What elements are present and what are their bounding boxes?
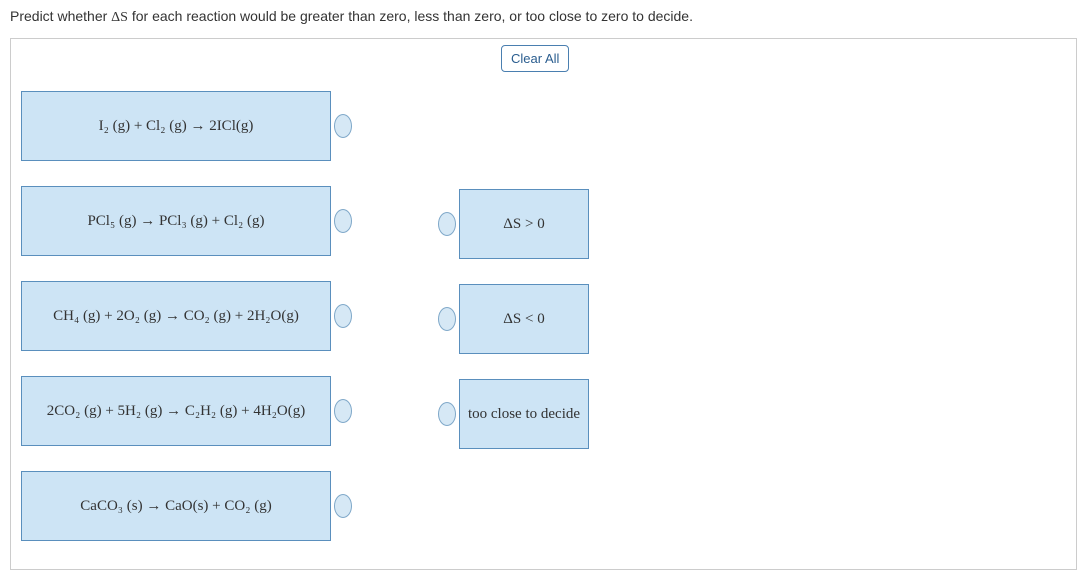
prompt-delta: ΔS xyxy=(111,10,128,25)
connector-knob[interactable] xyxy=(438,402,456,426)
category-tile[interactable]: ΔS > 0 xyxy=(459,189,589,259)
connector-knob[interactable] xyxy=(438,307,456,331)
connector-knob[interactable] xyxy=(334,209,352,233)
category-label: ΔS < 0 xyxy=(503,311,544,328)
category-tile[interactable]: too close to decide xyxy=(459,379,589,449)
reaction-tile[interactable]: CH₄ (g) + 2O₂ (g) → CO₂ (g) + 2H₂O(g) xyxy=(21,281,331,351)
reaction-label: PCl₅ (g) → PCl₃ (g) + Cl₂ (g) xyxy=(87,213,264,230)
reaction-label: CaCO₃ (s) → CaO(s) + CO₂ (g) xyxy=(80,498,271,515)
reaction-tile[interactable]: I₂ (g) + Cl₂ (g) → 2ICl(g) xyxy=(21,91,331,161)
connector-knob[interactable] xyxy=(334,114,352,138)
reaction-tile[interactable]: PCl₅ (g) → PCl₃ (g) + Cl₂ (g) xyxy=(21,186,331,256)
category-label: too close to decide xyxy=(468,406,580,423)
category-tile[interactable]: ΔS < 0 xyxy=(459,284,589,354)
reaction-label: I₂ (g) + Cl₂ (g) → 2ICl(g) xyxy=(99,118,254,135)
connector-knob[interactable] xyxy=(334,494,352,518)
category-column: ΔS > 0 ΔS < 0 too close to decide xyxy=(431,189,591,474)
prompt-pre: Predict whether xyxy=(10,8,111,24)
matching-workspace: Clear All I₂ (g) + Cl₂ (g) → 2ICl(g) PCl… xyxy=(10,38,1077,570)
reaction-tile[interactable]: 2CO₂ (g) + 5H₂ (g) → C₂H₂ (g) + 4H₂O(g) xyxy=(21,376,331,446)
connector-knob[interactable] xyxy=(438,212,456,236)
category-label: ΔS > 0 xyxy=(503,216,544,233)
reaction-tile[interactable]: CaCO₃ (s) → CaO(s) + CO₂ (g) xyxy=(21,471,331,541)
prompt-post: for each reaction would be greater than … xyxy=(128,8,693,24)
reaction-label: CH₄ (g) + 2O₂ (g) → CO₂ (g) + 2H₂O(g) xyxy=(53,308,299,325)
connector-knob[interactable] xyxy=(334,304,352,328)
connector-knob[interactable] xyxy=(334,399,352,423)
clear-all-button[interactable]: Clear All xyxy=(501,45,569,72)
question-prompt: Predict whether ΔS for each reaction wou… xyxy=(0,0,1087,38)
reaction-column: I₂ (g) + Cl₂ (g) → 2ICl(g) PCl₅ (g) → PC… xyxy=(21,91,361,566)
reaction-label: 2CO₂ (g) + 5H₂ (g) → C₂H₂ (g) + 4H₂O(g) xyxy=(47,403,305,420)
